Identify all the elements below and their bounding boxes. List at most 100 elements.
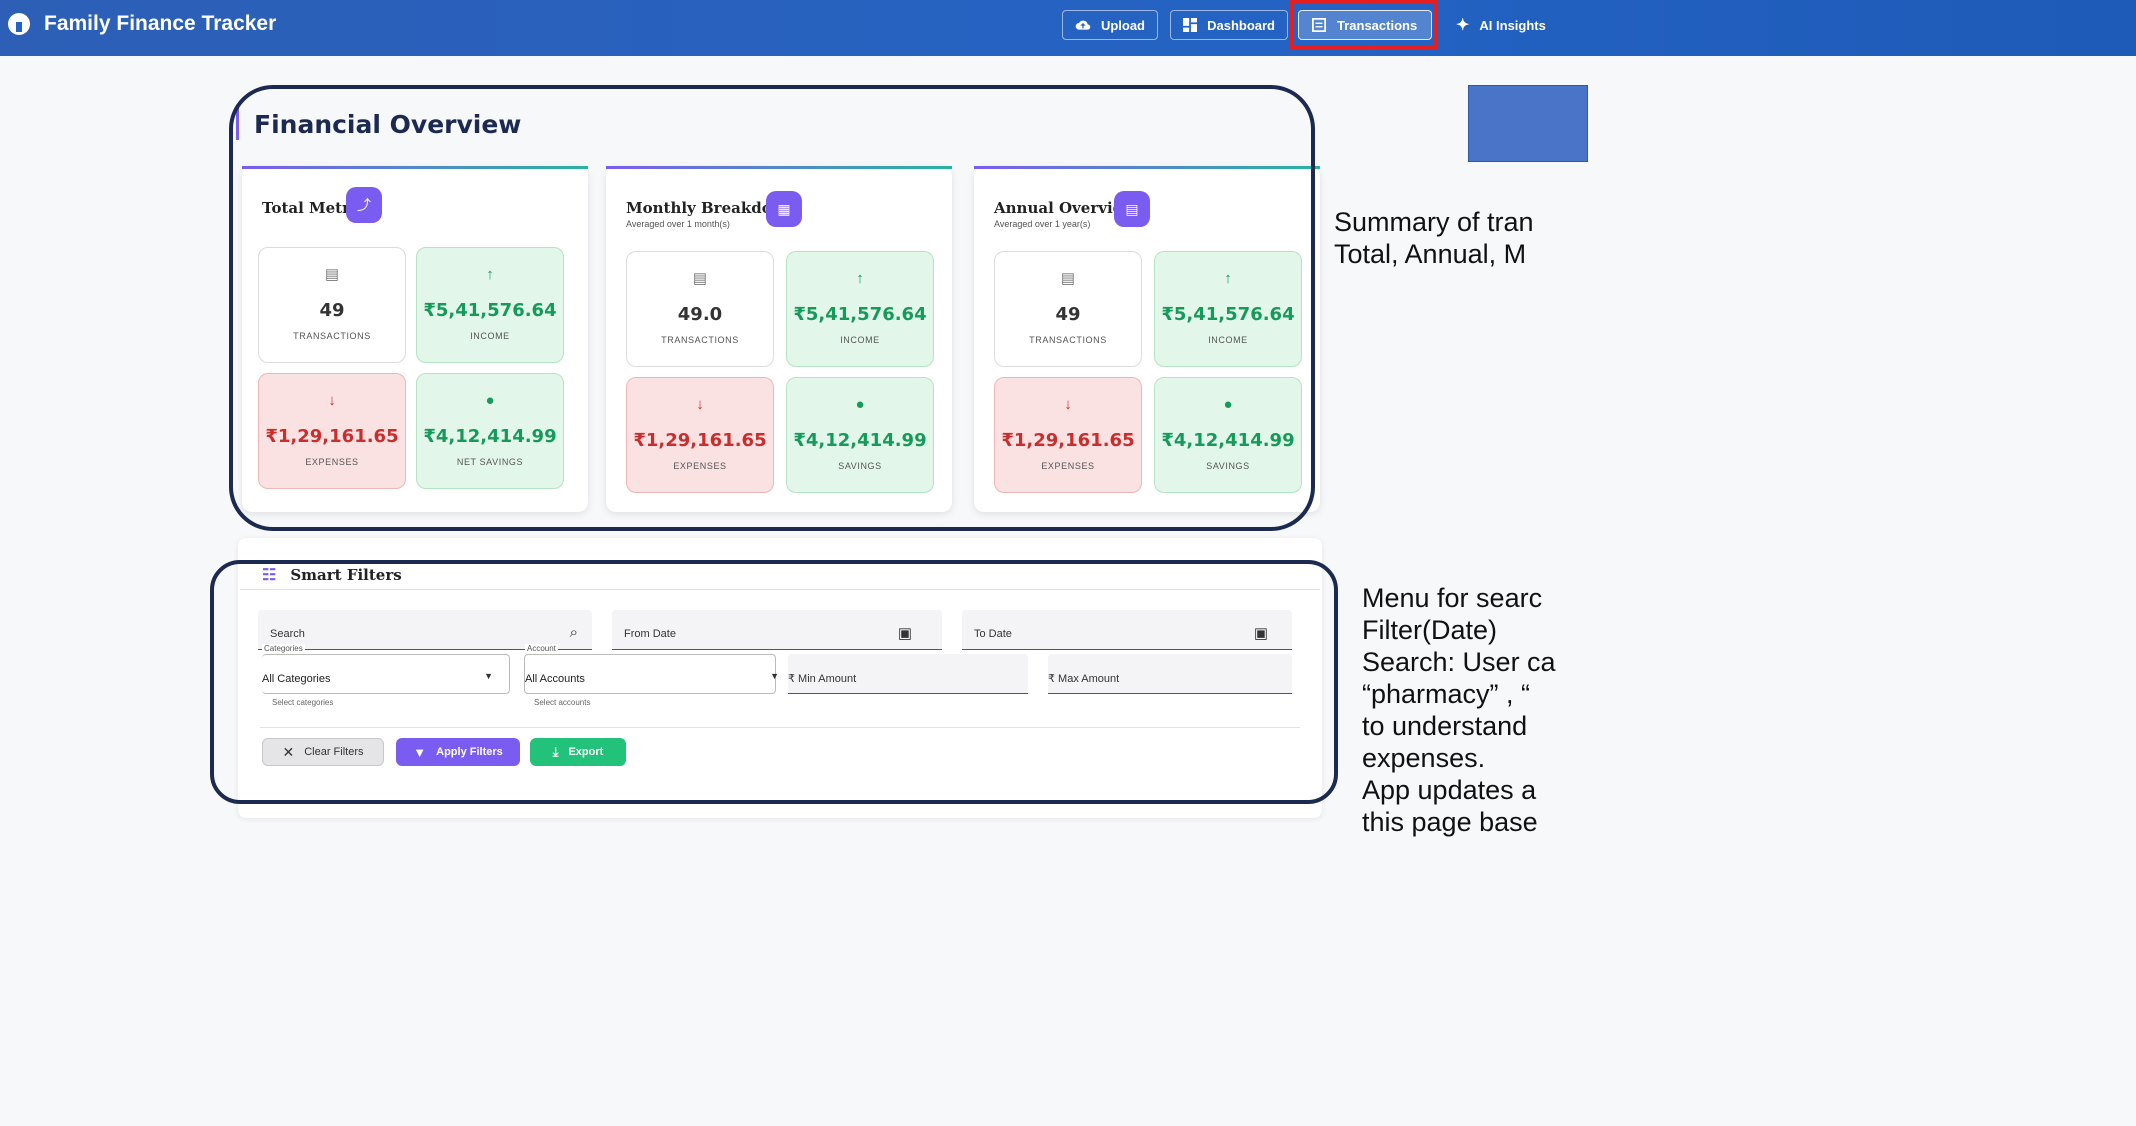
cloud-upload-icon [1075,20,1091,30]
transactions-tile: ▤ 49.0 TRANSACTIONS [626,251,774,367]
to-date-placeholder: To Date [974,628,1012,640]
header-divider [240,589,1320,590]
account-helper: Select accounts [534,698,591,707]
annual-overview-card: Annual Overview Averaged over 1 year(s) … [974,166,1320,512]
min-amount-input[interactable]: ₹ Min Amount [788,654,1028,694]
tune-icon: ☷ [262,565,277,584]
upload-button[interactable]: Upload [1062,10,1158,40]
filters-annotation-text: Menu for searc Filter(Date) Search: User… [1362,583,1556,837]
transactions-value: 49 [319,300,345,321]
savings-value: ₹4,12,414.99 [793,430,927,451]
ai-insights-button[interactable]: ✦ AI Insights [1444,10,1564,40]
page: Family Finance Tracker Upload Dashboard … [0,0,2136,1126]
total-metrics-card: Total Metrics ⤴ ▤ 49 TRANSACTIONS ↑ ₹5,4… [242,166,588,512]
income-value: ₹5,41,576.64 [1161,304,1295,325]
income-tile: ↑ ₹5,41,576.64 INCOME [1154,251,1302,367]
transactions-label: TRANSACTIONS [661,335,739,345]
apply-filters-button[interactable]: ▼ Apply Filters [396,738,520,766]
max-amount-input[interactable]: ₹ Max Amount [1048,654,1292,694]
savings-label: SAVINGS [1206,461,1250,471]
categories-helper: Select categories [272,698,334,707]
expenses-value: ₹1,29,161.65 [1001,430,1135,451]
upload-label: Upload [1100,17,1145,33]
expenses-label: EXPENSES [673,461,727,471]
transactions-tile: ▤ 49 TRANSACTIONS [258,247,406,363]
monthly-breakdown-card: Monthly Breakdown Averaged over 1 month(… [606,166,952,512]
arrow-up-icon: ↑ [1224,270,1232,287]
to-date-input[interactable]: To Date ▣ [962,610,1292,650]
event-note-icon: ▤ [1114,191,1150,227]
close-icon: ✕ [282,743,295,760]
card-subtitle: Averaged over 1 month(s) [626,219,730,229]
smart-filters-header: ☷ Smart Filters [262,565,402,584]
receipt-icon: ▤ [1060,270,1076,287]
card-subtitle: Averaged over 1 year(s) [994,219,1091,229]
arrow-up-icon: ↑ [486,266,494,283]
min-amount-placeholder: ₹ Min Amount [788,673,857,685]
expenses-tile: ↓ ₹1,29,161.65 EXPENSES [626,377,774,493]
search-icon: ⌕ [569,624,578,641]
arrow-down-icon: ↓ [328,392,336,409]
savings-value: ₹4,12,414.99 [1161,430,1295,451]
calendar-icon[interactable]: ▣ [1254,624,1268,642]
dashboard-button[interactable]: Dashboard [1170,10,1288,40]
arrow-down-icon: ↓ [1064,396,1072,413]
actions-divider [260,727,1300,728]
transactions-label: TRANSACTIONS [293,331,371,341]
dropdown-arrow-icon: ▼ [770,671,779,681]
ai-insights-label: AI Insights [1479,17,1546,33]
from-date-input[interactable]: From Date ▣ [612,610,942,650]
sparkle-icon: ✦ [1456,17,1470,34]
top-app-bar: Family Finance Tracker Upload Dashboard … [0,0,2136,56]
net-savings-value: ₹4,12,414.99 [423,426,557,447]
account-value: All Accounts [525,673,585,685]
summary-annotation-text: Summary of tran Total, Annual, M [1334,207,1534,269]
income-label: INCOME [1208,335,1248,345]
title-accent [236,108,239,140]
savings-tile: ● ₹4,12,414.99 SAVINGS [786,377,934,493]
receipt-icon: ▤ [692,270,708,287]
transactions-label: TRANSACTIONS [1029,335,1107,345]
expenses-label: EXPENSES [1041,461,1095,471]
categories-label: Categories [262,644,305,653]
export-label: Export [568,746,604,758]
dashboard-label: Dashboard [1207,17,1275,33]
piggy-bank-icon: ● [855,396,865,413]
smart-filters-title: Smart Filters [290,565,402,584]
transactions-highlight-box [1290,0,1438,50]
categories-value: All Categories [262,673,331,685]
financial-overview-title: Financial Overview [254,110,522,139]
expenses-value: ₹1,29,161.65 [633,430,767,451]
dropdown-arrow-icon: ▼ [484,671,493,681]
expenses-tile: ↓ ₹1,29,161.65 EXPENSES [258,373,406,489]
annotation-blue-rectangle [1468,85,1588,162]
savings-label: SAVINGS [838,461,882,471]
expenses-value: ₹1,29,161.65 [265,426,399,447]
expenses-label: EXPENSES [305,457,359,467]
expenses-tile: ↓ ₹1,29,161.65 EXPENSES [994,377,1142,493]
account-select[interactable]: Account All Accounts ▼ [524,644,779,694]
income-tile: ↑ ₹5,41,576.64 INCOME [786,251,934,367]
savings-tile: ● ₹4,12,414.99 SAVINGS [1154,377,1302,493]
clear-filters-button[interactable]: ✕ Clear Filters [262,738,384,766]
from-date-placeholder: From Date [624,628,676,640]
arrow-up-icon: ↑ [856,270,864,287]
income-tile: ↑ ₹5,41,576.64 INCOME [416,247,564,363]
clear-filters-label: Clear Filters [304,746,364,758]
transactions-value: 49.0 [677,304,723,325]
app-title: Family Finance Tracker [44,12,277,35]
brand[interactable]: Family Finance Tracker [8,12,276,36]
export-button[interactable]: ⤓ Export [530,738,626,766]
income-label: INCOME [470,331,510,341]
categories-select[interactable]: Categories All Categories ▼ [262,644,510,694]
calendar-icon[interactable]: ▣ [898,624,912,642]
arrow-down-icon: ↓ [696,396,704,413]
trending-up-icon: ⤴ [346,187,382,223]
piggy-bank-icon: ● [485,392,495,409]
net-savings-tile: ● ₹4,12,414.99 NET SAVINGS [416,373,564,489]
family-logo-icon [8,13,30,35]
income-label: INCOME [840,335,880,345]
transactions-tile: ▤ 49 TRANSACTIONS [994,251,1142,367]
calendar-icon: ▦ [766,191,802,227]
max-amount-placeholder: ₹ Max Amount [1048,673,1120,685]
